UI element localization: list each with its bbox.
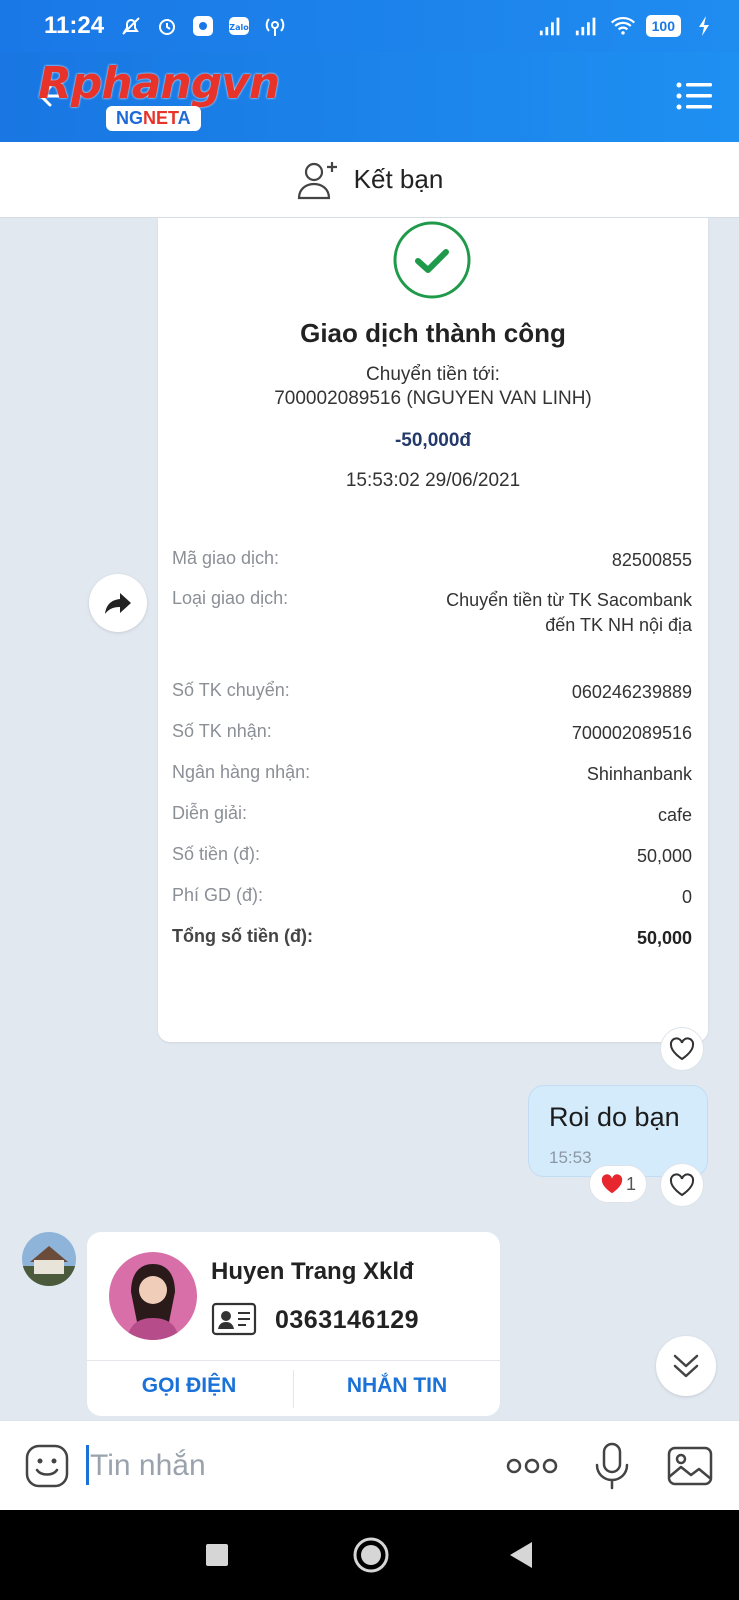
microphone-icon[interactable]: [592, 1441, 632, 1491]
contact-avatar[interactable]: [109, 1252, 197, 1340]
success-check-icon: [393, 221, 471, 299]
contact-card[interactable]: Huyen Trang Xklđ 0363146129 GỌI ĐIỆN NHẮ…: [87, 1232, 500, 1416]
double-chevron-down-icon: [673, 1354, 699, 1378]
divider: [293, 1370, 294, 1408]
detail-row-source-account: Số TK chuyển: 060246239889: [172, 680, 692, 702]
system-nav-bar: [0, 1510, 739, 1600]
add-friend-icon: [297, 161, 337, 199]
signal-icon: [538, 14, 564, 38]
transaction-title: Giao dịch thành công: [300, 318, 566, 348]
zalo-icon: Zalo: [226, 14, 252, 38]
hotspot-app-icon: [190, 14, 216, 38]
bell-muted-icon: [118, 14, 144, 38]
logo-text: Rphangvn: [38, 58, 280, 109]
detail-row-transaction-id: Mã giao dịch: 82500855: [172, 548, 692, 570]
transaction-receipt[interactable]: Giao dịch thành công Chuyển tiền tới: 70…: [158, 218, 708, 1042]
call-button[interactable]: GỌI ĐIỆN: [89, 1374, 289, 1398]
detail-row-total: Tổng số tiền (đ): 50,000: [172, 926, 692, 948]
detail-row-amount: Số tiền (đ): 50,000: [172, 844, 692, 866]
app-header: Rphangvn NGNETA: [0, 52, 739, 142]
message-input[interactable]: [90, 1445, 470, 1487]
image-picker-icon[interactable]: [666, 1445, 714, 1487]
message-text: Roi do bạn: [549, 1102, 680, 1132]
react-heart-button-message[interactable]: [660, 1163, 704, 1207]
react-heart-button-receipt[interactable]: [660, 1027, 704, 1071]
scroll-to-bottom-button[interactable]: [656, 1336, 716, 1396]
detail-row-transaction-type: Loại giao dịch: Chuyển tiền từ TK Sacomb…: [172, 588, 692, 635]
message-button[interactable]: NHẮN TIN: [297, 1374, 497, 1398]
battery-indicator: 100: [645, 15, 681, 37]
sticker-icon[interactable]: [24, 1443, 70, 1489]
home-icon[interactable]: [352, 1536, 390, 1574]
share-arrow-icon: [105, 593, 131, 614]
message-input-bar: [0, 1420, 739, 1510]
share-button[interactable]: [89, 574, 147, 632]
detail-row-fee: Phí GD (đ): 0: [172, 885, 692, 907]
detail-row-dest-bank: Ngân hàng nhận: Shinhanbank: [172, 762, 692, 784]
back-triangle-icon[interactable]: [508, 1540, 534, 1570]
transaction-datetime: 15:53:02 29/06/2021: [345, 470, 521, 491]
status-time: 11:24: [44, 12, 105, 39]
divider: [87, 1360, 500, 1361]
add-friend-bar[interactable]: Kết bạn: [0, 142, 739, 218]
text-caret: [86, 1445, 89, 1485]
hotspot-icon: [262, 14, 288, 38]
reaction-summary[interactable]: 1: [589, 1165, 647, 1203]
alarm-icon: [154, 14, 180, 38]
menu-icon[interactable]: [675, 80, 713, 112]
reaction-count: 1: [625, 1173, 636, 1194]
contact-card-icon: [211, 1302, 257, 1336]
logo-badge: NGNETA: [106, 106, 201, 131]
recipient-account: 700002089516 (NGUYEN VAN LINH): [274, 388, 592, 409]
add-friend-label: Kết bạn: [353, 164, 444, 194]
more-options-icon[interactable]: [506, 1451, 558, 1481]
transfer-to-label: Chuyển tiền tới:: [366, 364, 500, 385]
sender-avatar[interactable]: [22, 1232, 76, 1286]
transaction-amount: -50,000đ: [394, 430, 472, 451]
svg-text:Zalo: Zalo: [229, 23, 249, 32]
charging-icon: [691, 14, 717, 38]
heart-filled-icon: [601, 1174, 623, 1194]
message-time: 15:53: [549, 1148, 592, 1167]
wifi-icon: [610, 14, 636, 38]
watermark-logo: Rphangvn NGNETA: [38, 58, 280, 136]
signal-icon-2: [574, 14, 600, 38]
status-bar: 11:24 Zalo 100: [0, 0, 739, 52]
recent-apps-icon[interactable]: [206, 1544, 228, 1566]
detail-row-description: Diễn giải: cafe: [172, 803, 692, 825]
contact-name: Huyen Trang Xklđ: [211, 1258, 414, 1285]
contact-phone: 0363146129: [275, 1306, 420, 1334]
detail-row-dest-account: Số TK nhận: 700002089516: [172, 721, 692, 743]
heart-outline-icon: [669, 1037, 695, 1061]
heart-outline-icon: [669, 1173, 695, 1197]
